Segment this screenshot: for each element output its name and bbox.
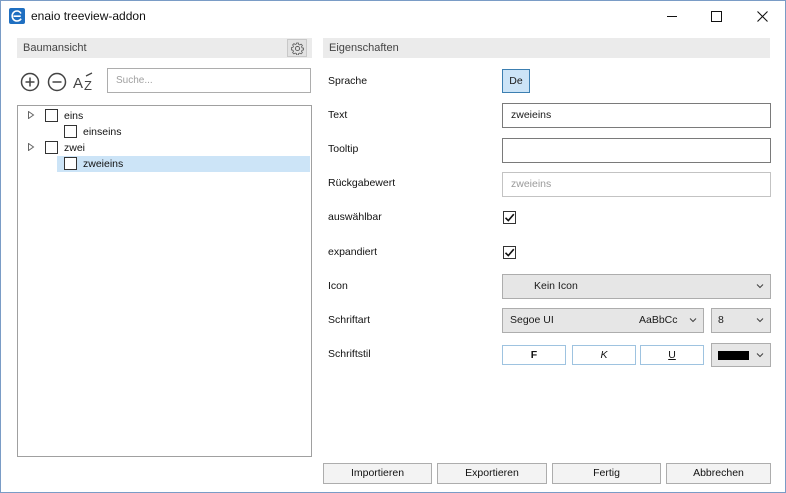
app-logo-icon — [9, 8, 25, 24]
label-schriftstil: Schriftstil — [328, 348, 371, 360]
label-tooltip: Tooltip — [328, 143, 359, 155]
tree-panel-header: Baumansicht — [17, 38, 312, 58]
remove-node-button[interactable] — [46, 71, 68, 93]
plus-circle-icon — [20, 72, 40, 92]
label-schriftart: Schriftart — [328, 314, 371, 326]
label-expandiert: expandiert — [328, 246, 378, 258]
tree-node-einseins[interactable]: einseins — [83, 124, 122, 140]
font-family-value: Segoe UI — [510, 314, 554, 326]
export-button[interactable]: Exportieren — [437, 463, 547, 484]
maximize-button[interactable] — [694, 1, 739, 31]
bold-button[interactable]: F — [502, 345, 566, 365]
font-size-select[interactable]: 8 — [711, 308, 771, 333]
tree-checkbox[interactable] — [64, 157, 77, 170]
chevron-down-icon — [689, 318, 697, 323]
maximize-icon — [711, 10, 722, 22]
tree-node-eins[interactable]: eins — [64, 108, 83, 124]
font-size-value: 8 — [718, 314, 724, 326]
label-text: Text — [328, 109, 348, 121]
tree-checkbox[interactable] — [64, 125, 77, 138]
expand-arrow-icon[interactable] — [27, 111, 35, 119]
chevron-down-icon — [756, 318, 764, 323]
expanded-checkbox[interactable] — [503, 246, 516, 259]
tree-panel-title: Baumansicht — [23, 42, 87, 54]
tree-checkbox[interactable] — [45, 141, 58, 154]
minimize-button[interactable] — [649, 1, 694, 31]
return-value-field[interactable]: zweieins — [502, 172, 771, 197]
add-node-button[interactable] — [19, 71, 41, 93]
settings-button[interactable] — [287, 39, 307, 57]
window-title: enaio treeview-addon — [31, 9, 146, 23]
chevron-down-icon — [756, 353, 764, 358]
icon-select-value: Kein Icon — [534, 280, 578, 292]
selectable-checkbox[interactable] — [503, 211, 516, 224]
done-button[interactable]: Fertig — [552, 463, 661, 484]
checkmark-icon — [504, 248, 515, 257]
close-icon — [757, 10, 768, 22]
tooltip-field[interactable] — [502, 138, 771, 163]
properties-panel-title: Eigenschaften — [329, 42, 399, 54]
gear-icon — [290, 42, 304, 55]
font-preview: AaBbCc — [639, 314, 678, 326]
language-button[interactable]: De — [502, 69, 530, 93]
checkmark-icon — [504, 213, 515, 222]
sort-button[interactable]: A Z — [73, 71, 95, 93]
title-bar: enaio treeview-addon — [1, 1, 785, 31]
cancel-button[interactable]: Abbrechen — [666, 463, 771, 484]
font-family-select[interactable]: Segoe UI AaBbCc — [502, 308, 704, 333]
expand-arrow-icon[interactable] — [27, 143, 35, 151]
app-window: enaio treeview-addon Baumansicht A Z Suc… — [0, 0, 786, 493]
italic-button[interactable]: K — [572, 345, 636, 365]
font-color-picker[interactable] — [711, 343, 771, 367]
sort-az-icon: A Z — [73, 72, 93, 92]
minus-circle-icon — [47, 72, 67, 92]
label-auswaehlbar: auswählbar — [328, 211, 382, 223]
color-swatch — [718, 351, 749, 360]
underline-button[interactable]: U — [640, 345, 704, 365]
properties-panel-header: Eigenschaften — [323, 38, 770, 58]
close-button[interactable] — [740, 1, 785, 31]
search-input[interactable] — [107, 68, 311, 93]
tree-node-zweieins[interactable]: zweieins — [83, 156, 123, 172]
import-button[interactable]: Importieren — [323, 463, 432, 484]
svg-text:A: A — [73, 75, 83, 92]
text-field[interactable]: zweieins — [502, 103, 771, 128]
minimize-icon — [666, 16, 677, 17]
tree-checkbox[interactable] — [45, 109, 58, 122]
label-sprache: Sprache — [328, 75, 368, 87]
tree-node-zwei[interactable]: zwei — [64, 140, 85, 156]
icon-select[interactable]: Kein Icon — [502, 274, 771, 299]
svg-text:Z: Z — [84, 78, 92, 92]
label-icon: Icon — [328, 280, 348, 292]
label-rueckgabewert: Rückgabewert — [328, 177, 396, 189]
chevron-down-icon — [756, 284, 764, 289]
